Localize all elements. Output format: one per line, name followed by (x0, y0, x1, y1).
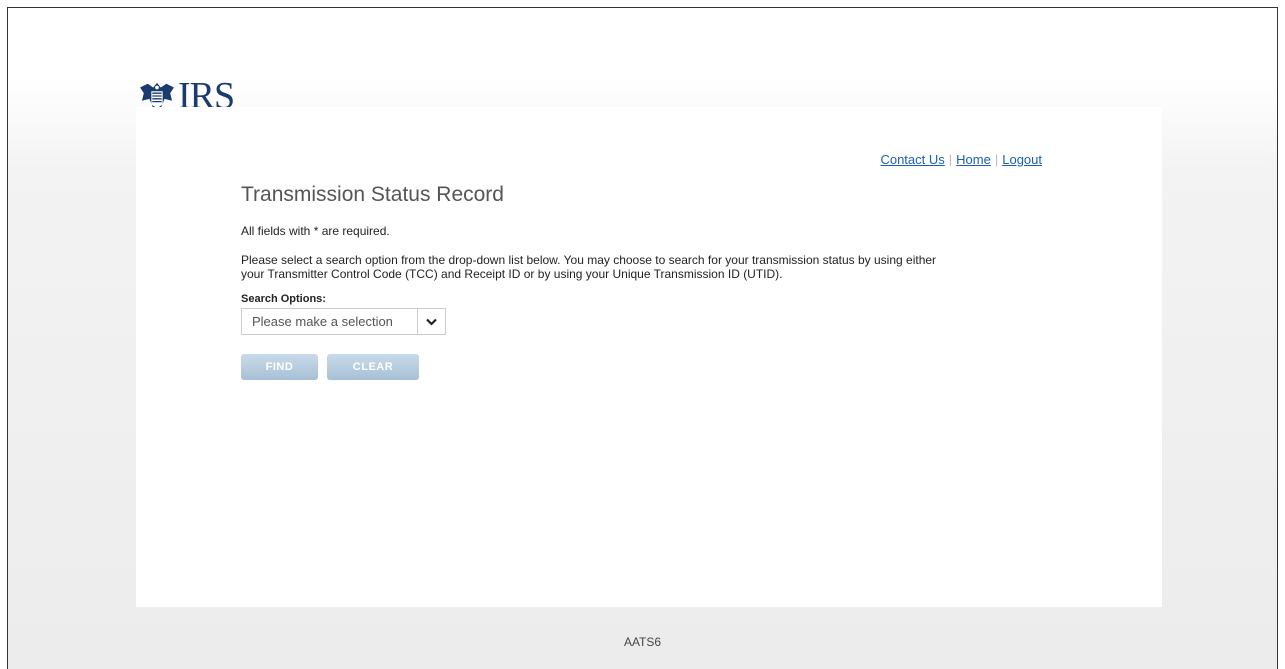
button-row: FIND CLEAR (241, 354, 1061, 380)
select-value: Please make a selection (252, 314, 393, 329)
instructions-line-1: Please select a search option from the d… (241, 253, 937, 267)
logout-link[interactable]: Logout (1002, 152, 1042, 167)
contact-us-link[interactable]: Contact Us (880, 152, 944, 167)
find-button[interactable]: FIND (241, 354, 318, 380)
nav-divider: | (948, 152, 953, 167)
chevron-down-icon[interactable] (417, 309, 445, 334)
instructions: Please select a search option from the d… (241, 253, 1061, 281)
clear-button[interactable]: CLEAR (327, 354, 419, 380)
footer-code: AATS6 (623, 635, 662, 649)
search-options-label: Search Options: (241, 293, 326, 305)
home-link[interactable]: Home (956, 152, 991, 167)
search-options-select[interactable]: Please make a selection (241, 308, 446, 335)
page-title: Transmission Status Record (241, 183, 504, 206)
top-nav: Contact Us | Home | Logout (880, 152, 1042, 167)
content: Transmission Status Record All fields wi… (241, 183, 1061, 380)
page-frame: IRS Contact Us | Home | Logout Transmission … (7, 7, 1278, 669)
instructions-line-2: your Transmitter Control Code (TCC) and … (241, 267, 783, 281)
main-panel: Contact Us | Home | Logout Transmission Stat… (136, 107, 1162, 607)
nav-divider: | (994, 152, 999, 167)
required-note: All fields with * are required. (241, 224, 390, 238)
